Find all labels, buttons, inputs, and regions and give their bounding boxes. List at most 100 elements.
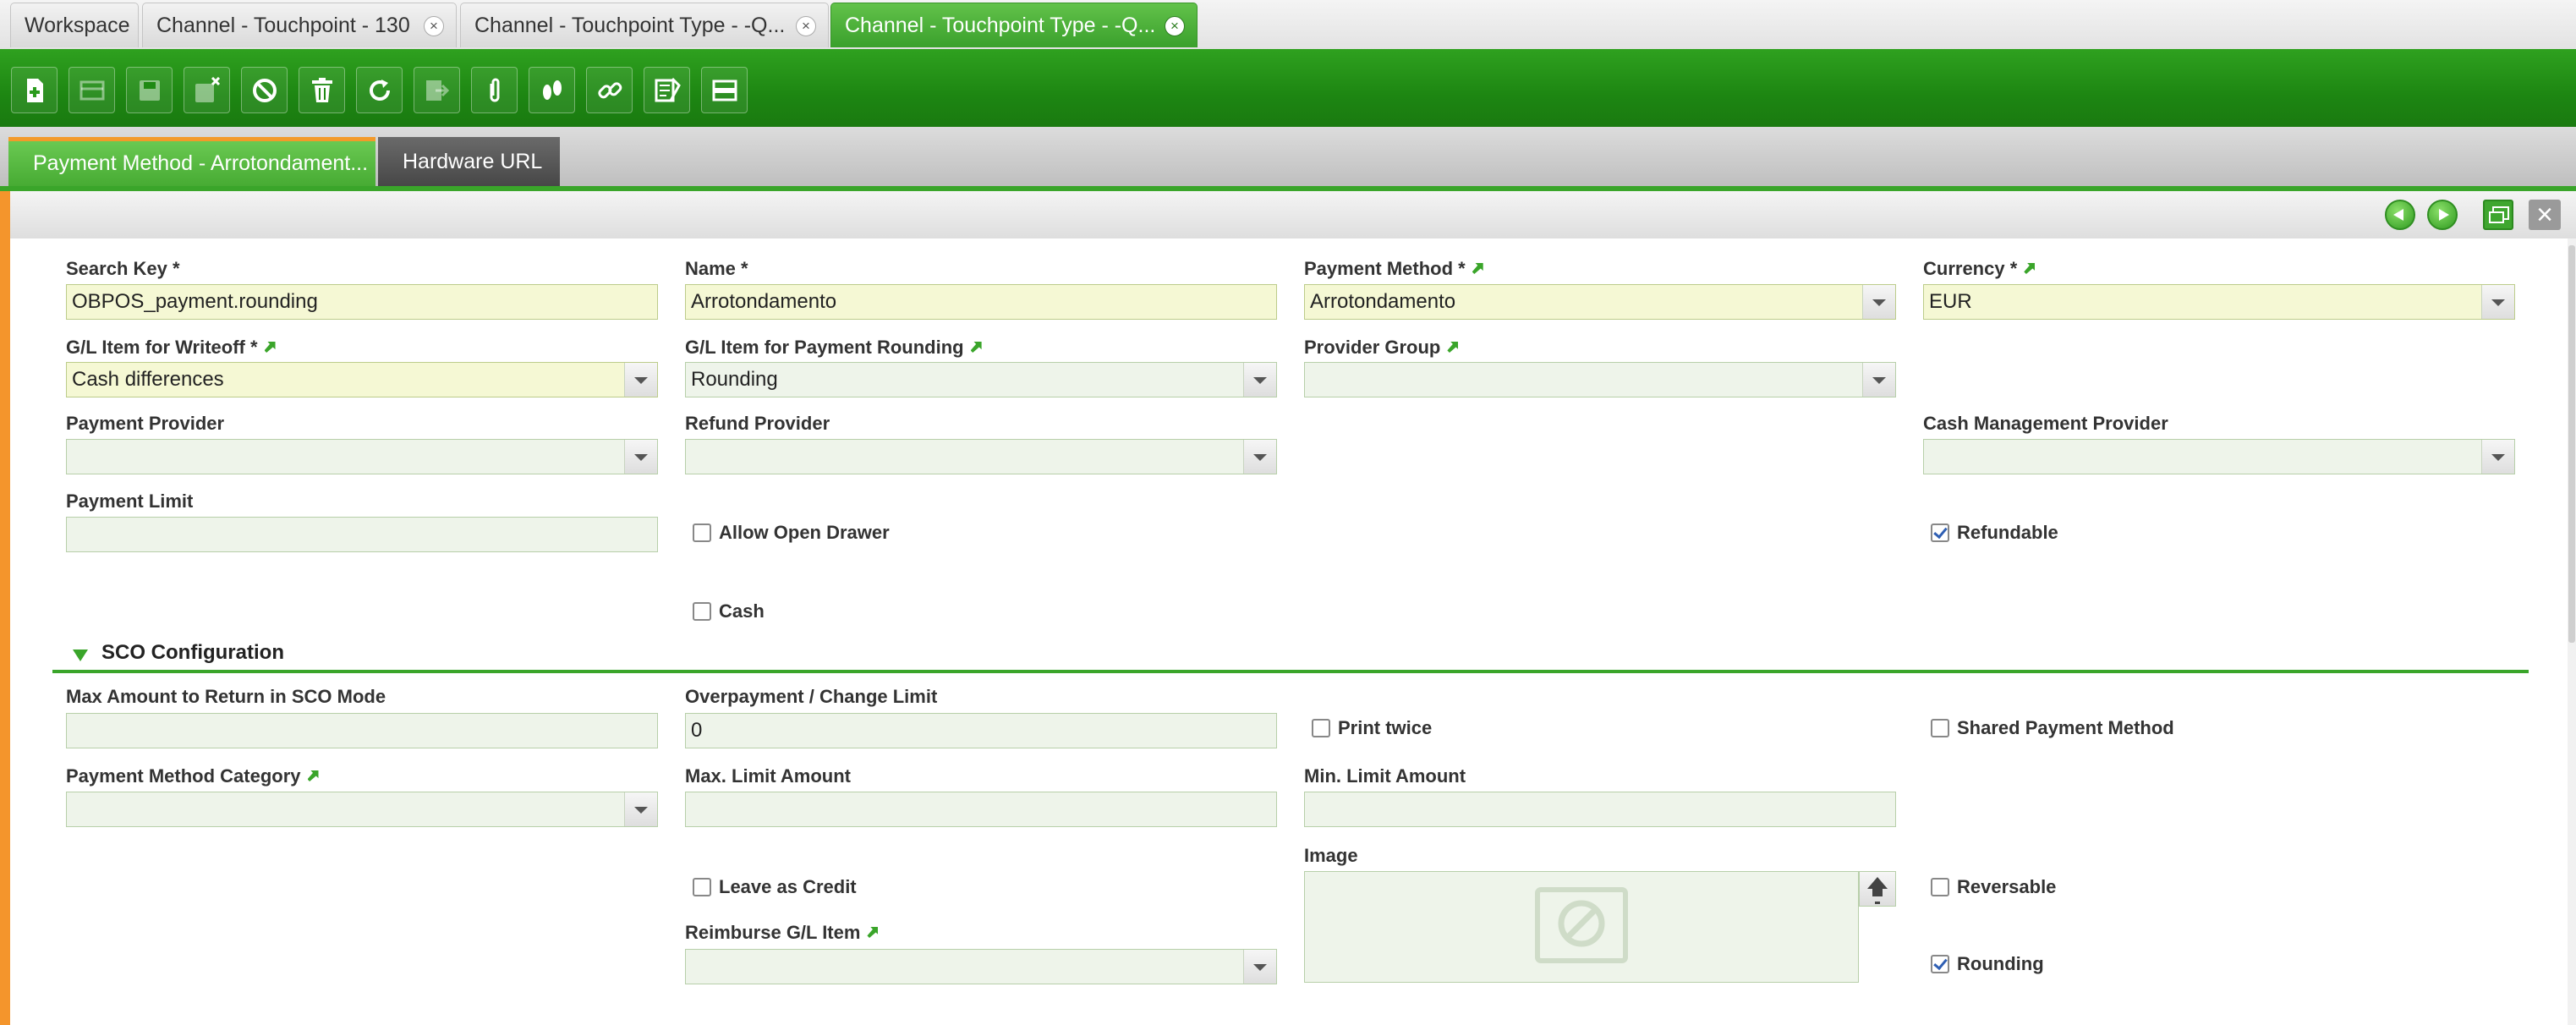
search-key-field[interactable]: OBPOS_payment.rounding [66,284,658,320]
collapse-triangle-icon[interactable] [73,650,88,661]
audit-trail-footprints-icon [543,80,562,100]
allow-open-drawer-checkbox[interactable] [693,523,711,542]
tab-channel-touchpoint-type-1[interactable]: Channel - Touchpoint Type - -Q... × [460,3,829,47]
gl-writeoff-combo[interactable]: Cash differences [66,362,658,397]
export-button[interactable] [414,67,460,113]
pm-category-label: Payment Method Category [66,765,319,788]
refund-provider-label: Refund Provider [685,413,830,434]
combo-value: Cash differences [72,368,224,391]
status-bar [10,191,2576,238]
currency-label: Currency * [1923,257,2036,281]
rounding-checkbox[interactable] [1931,955,1949,973]
link-button[interactable] [586,67,633,113]
chevron-down-icon[interactable] [624,440,657,474]
new-row-button[interactable] [69,67,115,113]
chevron-down-icon[interactable] [1243,950,1276,984]
process-button[interactable] [644,67,690,113]
reversable-checkbox[interactable] [1931,878,1949,896]
overpayment-field[interactable]: 0 [685,713,1277,748]
print-twice-label: Print twice [1338,717,1433,738]
link-arrow-icon[interactable] [970,342,982,353]
chevron-down-icon[interactable] [1862,285,1895,319]
refundable-checkbox[interactable] [1931,523,1949,542]
tab-channel-touchpoint-130[interactable]: Channel - Touchpoint - 130 × [142,3,457,47]
cash-mgmt-provider-combo[interactable] [1923,439,2515,474]
min-limit-label: Min. Limit Amount [1304,765,1466,787]
gl-writeoff-label: G/L Item for Writeoff * [66,336,276,359]
tab-payment-method[interactable]: Payment Method - Arrotondament... [8,137,375,186]
maximize-icon[interactable] [2483,200,2513,230]
combo-value: Arrotondamento [1310,290,1456,313]
refresh-icon [370,79,390,101]
pm-category-combo[interactable] [66,792,658,827]
max-limit-label: Max. Limit Amount [685,765,851,787]
undo-button[interactable] [241,67,288,113]
reimburse-gl-combo[interactable] [685,949,1277,984]
scrollbar-thumb[interactable] [2568,245,2575,643]
cash-checkbox[interactable] [693,602,711,621]
shared-payment-checkbox[interactable] [1931,719,1949,737]
tab-channel-touchpoint-type-2[interactable]: Channel - Touchpoint Type - -Q... × [830,3,1198,47]
chevron-down-icon[interactable] [2481,285,2514,319]
currency-combo[interactable]: EUR [1923,284,2515,320]
payment-limit-field[interactable] [66,517,658,552]
refund-provider-combo[interactable] [685,439,1277,474]
left-accent-stripe [0,191,10,1025]
print-twice-checkbox[interactable] [1312,719,1330,737]
close-tab-icon[interactable]: × [424,16,444,36]
overpayment-label: Overpayment / Change Limit [685,686,938,707]
close-form-icon[interactable]: × [2529,200,2561,230]
payment-limit-label: Payment Limit [66,491,194,512]
link-arrow-icon[interactable] [1472,263,1483,274]
chevron-down-icon[interactable] [1243,440,1276,474]
tab-hardware-url[interactable]: Hardware URL [378,137,560,186]
link-arrow-icon[interactable] [264,342,276,353]
cash-mgmt-provider-label: Cash Management Provider [1923,413,2168,434]
link-arrow-icon[interactable] [2024,263,2036,274]
combo-value: Rounding [691,368,778,391]
tab-label: Channel - Touchpoint Type - -Q... [845,14,1156,37]
vertical-scrollbar[interactable] [2568,238,2576,1025]
chevron-down-icon[interactable] [1243,363,1276,397]
chevron-down-icon[interactable] [624,363,657,397]
link-arrow-icon[interactable] [307,770,319,781]
payment-provider-combo[interactable] [66,439,658,474]
payment-provider-label: Payment Provider [66,413,225,434]
sco-section-title[interactable]: SCO Configuration [101,641,284,665]
process-tools-icon [655,77,681,102]
undo-cancel-icon [253,79,277,102]
attachment-button[interactable] [471,67,518,113]
close-tab-icon[interactable]: × [1165,16,1185,36]
name-field[interactable]: Arrotondamento [685,284,1277,320]
provider-group-combo[interactable] [1304,362,1896,397]
audit-trail-button[interactable] [529,67,575,113]
max-limit-field[interactable] [685,792,1277,827]
name-label: Name * [685,258,748,279]
layout-toggle-button[interactable] [701,67,748,113]
previous-record-icon[interactable] [2385,200,2415,230]
save-close-button[interactable] [184,67,230,113]
new-document-button[interactable] [11,67,58,113]
leave-as-credit-checkbox[interactable] [693,878,711,896]
chevron-down-icon[interactable] [1862,363,1895,397]
upload-icon[interactable] [1859,871,1896,907]
refresh-button[interactable] [356,67,403,113]
no-image-placeholder-icon [1535,887,1628,963]
delete-button[interactable] [299,67,345,113]
max-return-field[interactable] [66,713,658,748]
provider-group-label: Provider Group [1304,336,1459,359]
gl-rounding-combo[interactable]: Rounding [685,362,1277,397]
chevron-down-icon[interactable] [624,792,657,826]
link-arrow-icon[interactable] [1447,342,1459,353]
payment-method-combo[interactable]: Arrotondamento [1304,284,1896,320]
delete-trash-icon [312,78,332,102]
min-limit-field[interactable] [1304,792,1896,827]
next-record-icon[interactable] [2427,200,2458,230]
close-tab-icon[interactable]: × [796,16,816,36]
save-button[interactable] [126,67,173,113]
max-return-label: Max Amount to Return in SCO Mode [66,686,386,707]
chevron-down-icon[interactable] [2481,440,2514,474]
tab-workspace[interactable]: Workspace [10,3,139,47]
link-arrow-icon[interactable] [867,927,879,938]
new-document-icon [27,79,43,102]
